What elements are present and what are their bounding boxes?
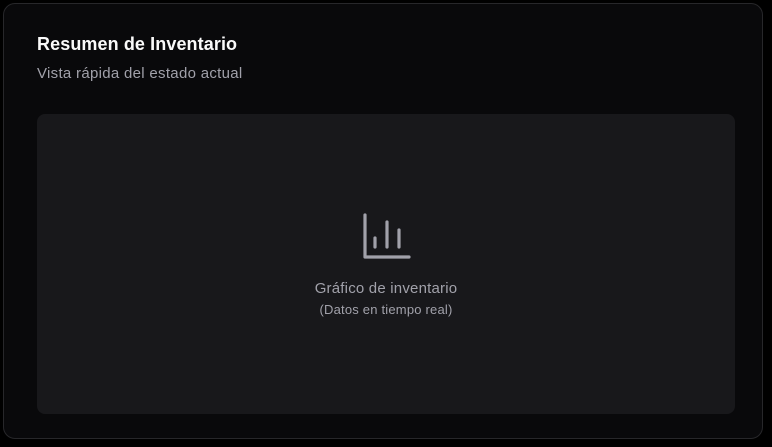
card-subtitle: Vista rápida del estado actual — [37, 65, 243, 82]
card-title: Resumen de Inventario — [37, 34, 238, 54]
inventory-chart-placeholder: Gráfico de inventario (Datos en tiempo r… — [37, 114, 735, 414]
placeholder-sublabel: (Datos en tiempo real) — [319, 302, 453, 317]
bar-chart-icon — [363, 213, 411, 259]
placeholder-label: Gráfico de inventario — [314, 280, 458, 297]
inventory-summary-card: Resumen de Inventario Vista rápida del e… — [3, 3, 763, 439]
